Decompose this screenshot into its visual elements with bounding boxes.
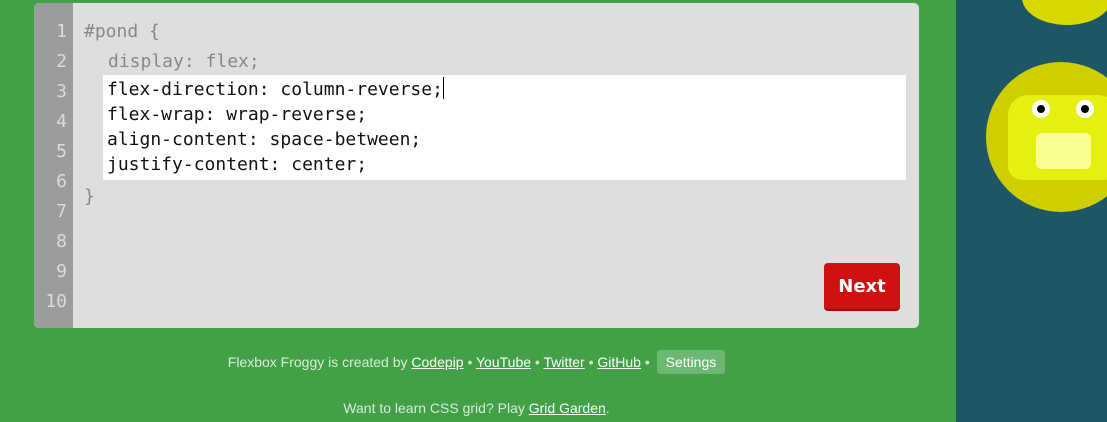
line-number: 5 [56,141,67,162]
frog-eye-icon [1030,98,1052,120]
code-selector-line: #pond { [84,21,160,42]
css-input-textarea[interactable]: flex-direction: column-reverse; flex-wra… [103,75,906,180]
codepip-link[interactable]: Codepip [411,354,463,370]
line-number: 2 [56,51,67,72]
separator: • [467,354,473,370]
code-editor: 1 2 3 4 5 6 7 8 9 10 #pond { display: fl… [34,3,919,328]
input-line: align-content: space-between; [107,129,422,150]
input-line: justify-content: center; [107,154,368,175]
separator: • [588,354,594,370]
text-cursor [442,77,444,99]
next-button[interactable]: Next [824,263,900,309]
line-number: 9 [56,261,67,282]
frog-belly [1036,133,1091,169]
github-link[interactable]: GitHub [597,354,641,370]
line-number-gutter: 1 2 3 4 5 6 7 8 9 10 [34,3,73,328]
code-closing-brace: } [84,186,95,207]
pond-board [956,0,1107,422]
code-display-line: display: flex; [108,51,260,72]
grid-promo-period: . [605,400,610,416]
credits-line: Flexbox Froggy is created by Codepip • Y… [34,350,919,374]
grid-garden-line: Want to learn CSS grid? Play Grid Garden… [34,400,919,416]
input-line: flex-wrap: wrap-reverse; [107,104,368,125]
separator: • [534,354,540,370]
credit-text: Flexbox Froggy is created by [227,354,408,370]
line-number: 7 [56,201,67,222]
grid-promo-text: Want to learn CSS grid? Play [343,400,525,416]
separator: • [644,354,650,370]
line-number: 10 [45,291,67,312]
line-number: 8 [56,231,67,252]
input-line: flex-direction: column-reverse; [107,77,444,100]
line-number: 3 [56,81,67,102]
youtube-link[interactable]: YouTube [476,354,531,370]
frog-eye-icon [1074,98,1096,120]
twitter-link[interactable]: Twitter [543,354,584,370]
line-number: 6 [56,171,67,192]
grid-garden-link[interactable]: Grid Garden [529,400,606,416]
line-number: 4 [56,111,67,132]
line-number: 1 [56,21,67,42]
settings-button[interactable]: Settings [656,350,726,374]
